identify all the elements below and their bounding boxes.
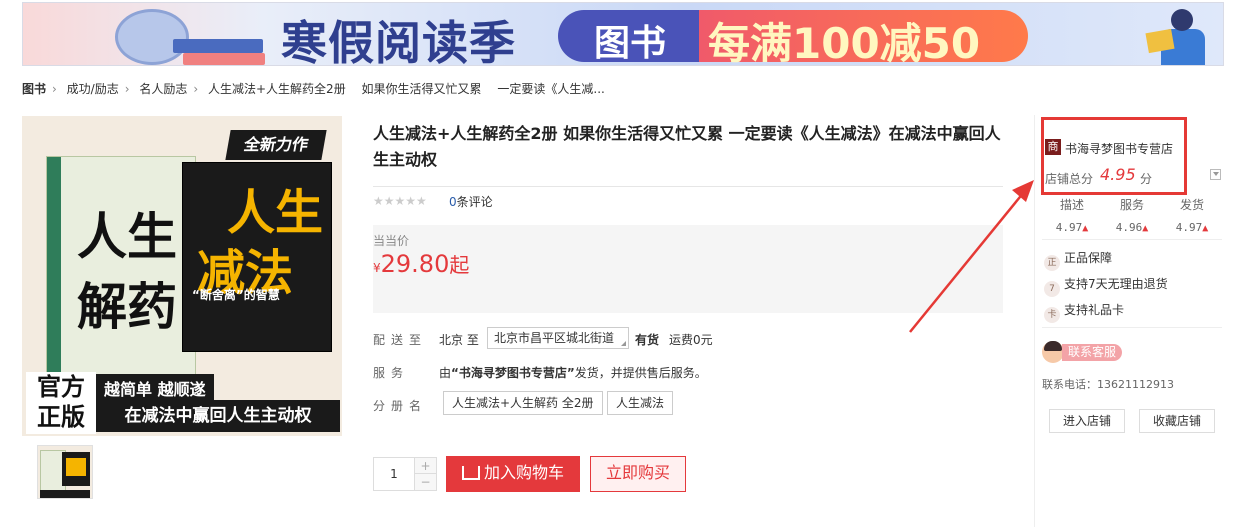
banner-promo-text: 每满100减50 [708, 19, 981, 66]
service-label: 服务 [373, 366, 410, 380]
breadcrumb-item-product: 人生减法+人生解药全2册 [208, 82, 346, 96]
quantity-increase-button[interactable]: + [414, 458, 436, 474]
volume-option-single[interactable]: 人生减法 [607, 391, 674, 415]
cover-slogan-top: 越简单 越顺遂 [96, 374, 214, 402]
reader-illustration [1143, 7, 1213, 65]
enter-store-button[interactable]: 进入店铺 [1049, 409, 1125, 433]
new-release-tag: 全新力作 [225, 130, 327, 160]
volume-option-set[interactable]: 人生减法+人生解药 全2册 [443, 391, 603, 415]
gift-card-icon: 卡 [1044, 307, 1060, 323]
stock-status: 有货 [635, 333, 660, 347]
delivery-label: 配送至 [373, 333, 428, 347]
breadcrumb-item-product: 一定要读《人生减... [497, 82, 605, 96]
quantity-stepper: + − [373, 457, 437, 491]
delivery-city: 北京 至 [439, 333, 479, 347]
metric-service: 服务 4.96▲ [1115, 198, 1149, 234]
banner-book-decoration [173, 39, 263, 53]
banner-promo-pill: 图书 每满100减50 [558, 10, 1028, 65]
price: ¥29.80起 [373, 250, 470, 278]
rating-stars-icon: ★★★★★ [373, 194, 427, 208]
store-phone: 联系电话：13621112913 [1042, 378, 1174, 391]
product-thumbnail[interactable] [37, 445, 93, 499]
price-box: 当当价 ¥29.80起 [373, 225, 1003, 313]
cart-icon [461, 466, 480, 480]
promo-banner[interactable]: 寒假阅读季 图书 每满100减50 [22, 2, 1224, 66]
official-badge: 官方正版 [26, 372, 96, 434]
perk-return: 7 支持7天无理由退货 [1044, 275, 1168, 297]
product-main-image[interactable]: 人生 解药 人生 减法 全新力作 “断舍离”的智慧 官方正版 越简单 越顺遂 在… [22, 116, 342, 436]
volume-label: 分册名 [373, 399, 428, 413]
store-highlight-box [1041, 117, 1187, 195]
arrow-up-icon: ▲ [1202, 223, 1209, 234]
divider [1042, 327, 1222, 328]
product-title: 人生减法+人生解药全2册 如果你生活得又忙又累 一定要读《人生减法》在减法中赢回… [373, 124, 1001, 169]
genuine-icon: 正 [1044, 255, 1060, 271]
service-shop-name[interactable]: “书海寻梦图书专营店” [451, 366, 575, 380]
buy-now-button[interactable]: 立即购买 [590, 456, 686, 492]
volume-row: 分册名 人生减法+人生解药 全2册 人生减法 [373, 391, 674, 415]
price-label: 当当价 [373, 234, 410, 248]
seven-day-return-icon: 7 [1044, 281, 1060, 297]
breadcrumb: 图书 › 成功/励志 › 名人励志 › 人生减法+人生解药全2册 如果你生活得又忙又累… [22, 80, 609, 97]
breadcrumb-item-category[interactable]: 成功/励志 [67, 82, 119, 96]
cover-caption: “断舍离”的智慧 [192, 288, 280, 302]
banner-book-decoration [183, 53, 265, 65]
delivery-address-select[interactable]: 北京市昌平区城北街道 [487, 327, 629, 349]
cover-left-title: 人生 [77, 207, 177, 266]
quantity-input[interactable] [374, 458, 414, 490]
rating-row: ★★★★★ 0条评论 [373, 186, 1003, 214]
quantity-decrease-button[interactable]: − [414, 474, 436, 490]
perk-genuine: 正正品保障 [1044, 249, 1112, 271]
chevron-right-icon: › [52, 82, 57, 96]
banner-title: 寒假阅读季 [281, 16, 516, 66]
shipping-fee: 运费0元 [669, 333, 713, 347]
book-cover-right: 人生 减法 [182, 162, 332, 352]
arrow-up-icon: ▲ [1142, 223, 1149, 234]
customer-service-avatar-icon [1042, 341, 1064, 363]
contact-service-button[interactable]: 联系客服 [1042, 341, 1128, 363]
delivery-row: 配送至 北京 至 北京市昌平区城北街道 有货 运费0元 [373, 327, 713, 349]
perk-gift-card: 卡支持礼品卡 [1044, 301, 1124, 323]
divider [1042, 239, 1222, 240]
banner-disc-decoration [115, 9, 189, 65]
metric-description: 描述 4.97▲ [1055, 198, 1089, 234]
breadcrumb-item-product: 如果你生活得又忙又累 [361, 82, 482, 96]
favorite-store-button[interactable]: 收藏店铺 [1139, 409, 1215, 433]
cover-slogan-bottom: 在减法中赢回人生主动权 [96, 400, 340, 432]
breadcrumb-item-books[interactable]: 图书 [22, 82, 46, 96]
review-count-link[interactable]: 0条评论 [449, 193, 493, 210]
chevron-right-icon: › [124, 82, 130, 96]
metric-shipping: 发货 4.97▲ [1175, 198, 1209, 234]
dropdown-caret-icon [621, 341, 626, 346]
chevron-right-icon: › [193, 82, 199, 96]
add-to-cart-button[interactable]: 加入购物车 [446, 456, 580, 492]
arrow-up-icon: ▲ [1082, 223, 1089, 234]
service-row: 服务 由“书海寻梦图书专营店”发货，并提供售后服务。 [373, 366, 707, 380]
breadcrumb-item-subcategory[interactable]: 名人励志 [139, 82, 187, 96]
expand-toggle-icon[interactable] [1210, 169, 1221, 180]
banner-category: 图书 [594, 23, 667, 64]
book-cover-left: 人生 解药 [46, 156, 196, 408]
